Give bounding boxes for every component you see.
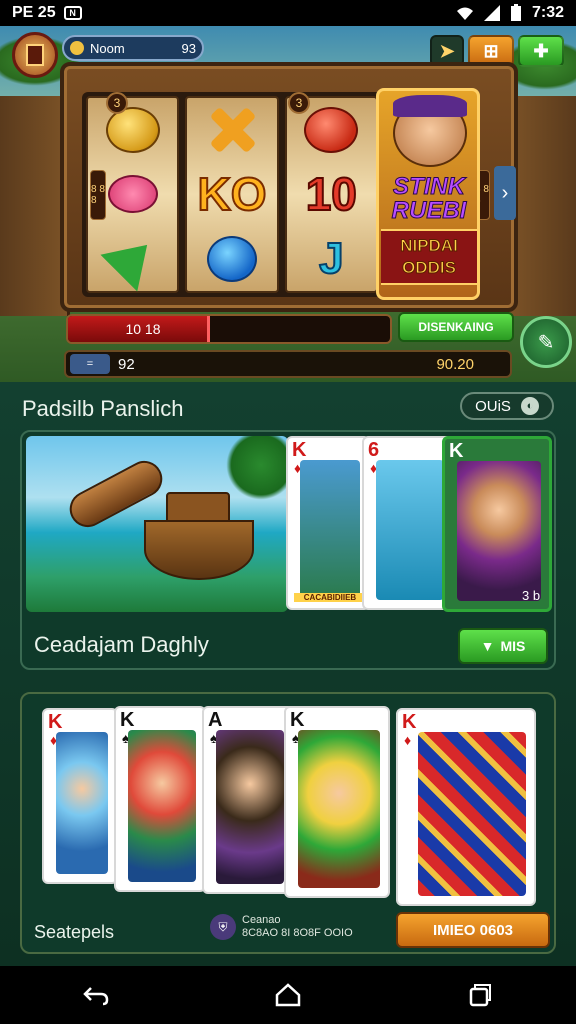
back-icon[interactable] <box>71 975 121 1015</box>
card-rank: K <box>290 709 305 731</box>
home-icon[interactable] <box>263 975 313 1015</box>
reel-symbol <box>300 105 362 155</box>
character-hat <box>393 95 467 117</box>
filter-label: OUiS <box>475 397 511 415</box>
reel-badge: 3 <box>106 92 128 114</box>
featured-card: K <box>442 436 552 612</box>
card-artwork <box>418 732 526 896</box>
reel-badge: 3 <box>288 92 310 114</box>
card-artwork <box>216 730 284 884</box>
card-artwork <box>298 730 380 888</box>
nfc-icon: N <box>63 6 82 20</box>
chevron-right-icon[interactable]: › <box>494 166 516 220</box>
reel-symbol-j: J <box>318 233 344 284</box>
bonus-card[interactable]: STINK RUEBI NIPDAI ODDIS <box>376 88 480 300</box>
card-artwork <box>56 732 108 874</box>
playing-card[interactable]: K ♠ <box>114 706 206 892</box>
beach-artwork <box>26 436 288 612</box>
join-button[interactable]: IMIEO 0603 <box>396 912 550 948</box>
player-detail: 8C8AO 8I 8O8F OOIO <box>242 927 353 939</box>
play-button[interactable]: ▼ MIS <box>458 628 548 664</box>
card-rank: K <box>402 711 417 733</box>
card-caption: CACABIDIIEB <box>294 593 366 602</box>
bonus-title: STINK RUEBI <box>391 173 467 224</box>
playing-card[interactable]: K ♦ <box>42 708 118 884</box>
progress-bar: 10 18 <box>66 314 392 344</box>
card-rank: K <box>449 440 464 462</box>
bonus-subtitle: NIPDAI ODDIS <box>381 229 477 285</box>
game-logo[interactable] <box>12 32 58 78</box>
diamond-suit-icon: ♦ <box>404 732 412 748</box>
wifi-icon <box>456 7 473 20</box>
shield-icon: ⛨ <box>210 914 236 940</box>
filter-button[interactable]: OUiS ◐ <box>460 392 554 420</box>
heart-icon: ▼ <box>480 638 495 654</box>
bet-tag[interactable]: = <box>70 354 110 374</box>
card-rank: 6 <box>368 439 380 461</box>
reel-2: KO <box>185 96 279 293</box>
card-artwork <box>376 460 444 600</box>
play-button-label: MIS <box>500 638 526 654</box>
player-info: ⛨ Ceanao 8C8AO 8I 8O8F OOIO <box>210 914 353 940</box>
reel-symbol <box>201 105 263 155</box>
win-value: 90.20 <box>436 355 474 373</box>
coin-icon <box>70 41 84 55</box>
signal-icon <box>483 5 500 21</box>
spin-button[interactable]: DISENKAING <box>398 312 514 342</box>
user-balance: 93 <box>181 40 196 56</box>
card-rank: K <box>48 711 63 733</box>
card-rank: K <box>120 709 135 731</box>
battery-icon <box>510 4 521 21</box>
playing-card[interactable]: K ♦ <box>396 708 536 906</box>
progress-text: 10 18 <box>125 321 161 337</box>
playing-card[interactable]: K ♠ <box>284 706 390 898</box>
side-badge-left: 8 8 8 <box>90 170 106 220</box>
system-nav-bar <box>0 966 576 1024</box>
status-text: PE 25 <box>12 4 56 21</box>
reel-3: 10 J <box>284 96 378 293</box>
card-note: 3 b <box>522 588 541 603</box>
featured-caption: Ceadajam Daghly <box>34 632 209 657</box>
slot-reels[interactable]: KO 10 J <box>82 92 382 297</box>
featured-card: 6 ♦ <box>362 436 454 610</box>
chat-icon[interactable]: ✎ <box>520 316 572 368</box>
card-artwork <box>128 730 196 882</box>
balance-bar: = 92 90.20 <box>64 350 512 378</box>
cards-caption: Seatepels <box>34 922 115 942</box>
playing-card[interactable]: A ♠ <box>202 706 294 894</box>
palm-tree <box>226 436 288 500</box>
clock: 7:32 <box>531 4 564 21</box>
recents-icon[interactable] <box>455 975 505 1015</box>
reel-symbol-ko: KO <box>196 167 267 221</box>
reel-symbol-ten: 10 <box>305 167 358 221</box>
reel-symbol <box>102 169 164 219</box>
plus-icon[interactable]: ✚ <box>518 35 564 67</box>
featured-card: K ♦ CACABIDIIEB <box>286 436 370 610</box>
reel-symbol <box>100 226 166 292</box>
game-screen: PE 25 N 7:32 Noom 93 ➤ ⊞ ✚ KO 10 J 3 3 8… <box>0 0 576 1024</box>
section-title: Padsilb Panslich <box>22 396 184 421</box>
reel-symbol <box>201 234 263 284</box>
user-name: Noom <box>90 40 125 56</box>
card-artwork <box>457 461 541 601</box>
card-rank: K <box>292 439 307 461</box>
card-artwork <box>300 460 360 600</box>
status-bar: PE 25 N 7:32 <box>0 0 576 26</box>
boat-artwork <box>144 520 254 580</box>
toggle-icon: ◐ <box>520 397 539 415</box>
user-pill[interactable]: Noom 93 <box>62 35 204 61</box>
card-rank: A <box>208 709 223 731</box>
bet-value: 92 <box>118 355 135 373</box>
player-name: Ceanao <box>242 914 281 926</box>
